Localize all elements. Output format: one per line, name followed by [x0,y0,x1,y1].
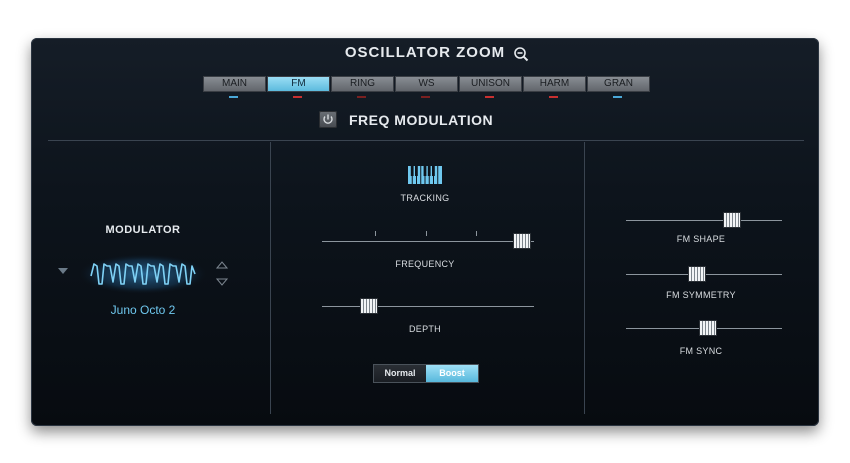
normal-mode-button[interactable]: Normal [374,365,426,382]
next-patch-icon[interactable] [216,278,228,286]
tab-main[interactable]: MAIN [203,76,266,98]
divider [584,142,585,414]
tab-indicator [293,96,302,98]
modulator-title: MODULATOR [105,224,181,236]
modulator-patch-name[interactable]: Juno Octo 2 [48,303,238,317]
fm-symmetry-label: FM SYMMETRY [666,290,736,300]
tab-gran[interactable]: GRAN [587,76,650,98]
tracking-label: TRACKING [400,193,450,203]
tab-label: HARM [539,78,570,89]
oscillator-tabs: MAIN FM RING WS UNISON HARM GRAN [203,76,651,98]
frequency-slider-track[interactable] [322,241,534,242]
modulator-waveform-display[interactable] [79,254,207,294]
tab-harm[interactable]: HARM [523,76,586,98]
depth-label: DEPTH [408,324,441,334]
tab-ring[interactable]: RING [331,76,394,98]
tab-indicator [229,96,238,98]
frequency-label: FREQUENCY [395,259,455,269]
power-icon [323,114,333,124]
section-title: FREQ MODULATION [349,112,494,128]
tab-label: WS [418,78,435,89]
tab-ws[interactable]: WS [395,76,458,98]
tab-label: MAIN [222,78,247,89]
fm-sync-slider-handle[interactable] [700,321,717,335]
tab-label: RING [350,78,375,89]
tab-fm[interactable]: FM [267,76,330,98]
previous-patch-icon[interactable] [216,261,228,269]
divider [270,142,271,414]
fm-symmetry-slider-handle[interactable] [689,267,705,281]
tab-indicator [485,96,494,98]
depth-slider-handle[interactable] [361,299,378,313]
tab-label: UNISON [471,78,510,89]
tab-indicator [421,96,430,98]
boost-mode-button[interactable]: Boost [426,365,478,382]
tab-indicator [357,96,366,98]
zoom-out-icon[interactable] [513,46,529,62]
fm-sync-label: FM SYNC [679,346,723,356]
frequency-slider-handle[interactable] [514,234,531,248]
tab-label: FM [291,78,306,89]
power-button[interactable] [319,111,337,128]
page-title: OSCILLATOR ZOOM [344,44,506,61]
tab-label: GRAN [604,78,633,89]
tab-indicator [613,96,622,98]
frequency-tick [426,231,427,236]
frequency-tick [375,231,376,236]
divider [48,140,804,141]
tab-unison[interactable]: UNISON [459,76,522,98]
fm-shape-label: FM SHAPE [676,234,726,244]
tab-indicator [549,96,558,98]
fm-shape-slider-handle[interactable] [724,213,740,227]
depth-slider-track[interactable] [322,306,534,307]
keyboard-tracking-icon[interactable] [408,166,442,184]
fm-shape-slider-track[interactable] [626,220,782,221]
modulator-menu-icon[interactable] [58,268,68,274]
mode-toggle: Normal Boost [374,365,478,382]
frequency-tick [476,231,477,236]
